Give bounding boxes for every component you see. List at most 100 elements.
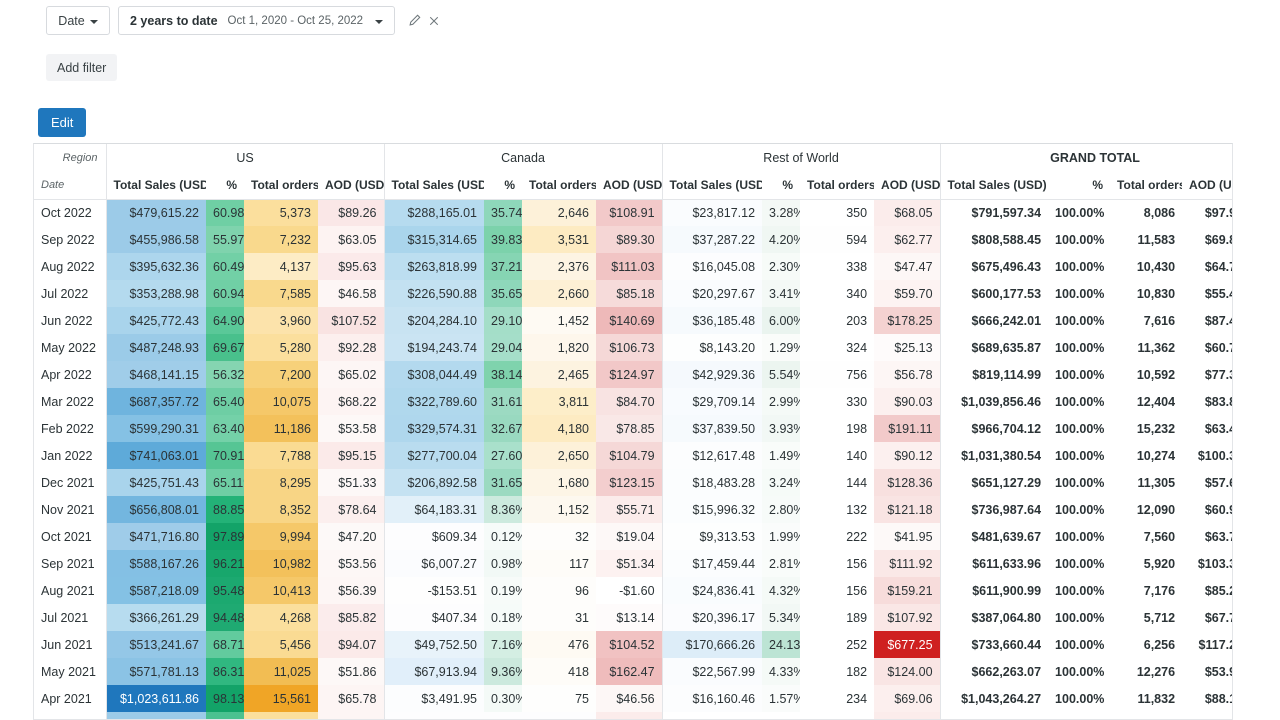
cell-rest-of-world-aod: $41.95 [874,523,940,550]
col-gt-total-sales[interactable]: Total Sales (USD) [940,171,1048,199]
table-row[interactable]: Nov 2021$656,808.0188.85%8,352$78.64$64,… [34,496,1233,523]
cell-rest-of-world-pct: 2.30% [762,253,800,280]
cell-rest-of-world-pct: 4.32% [762,577,800,604]
table-row[interactable]: Jul 2021$366,261.2994.48%4,268$85.82$407… [34,604,1233,631]
cell-grand-total-total-orders: 8,086 [1110,199,1182,226]
cell-grand-total-total-sales: $387,064.80 [940,604,1048,631]
cell-canada-total-orders: 32 [522,523,596,550]
close-icon[interactable] [425,12,443,30]
cell-canada-total-sales [384,712,484,720]
col-us-aod[interactable]: AOD (USD) [318,171,384,199]
table-row[interactable]: Jan 2022$741,063.0170.91%7,788$95.15$277… [34,442,1233,469]
cell-grand-total-total-orders: 10,274 [1110,442,1182,469]
cell-canada-aod: $13.14 [596,604,662,631]
add-filter-button[interactable]: Add filter [46,54,117,81]
group-header-rest-of-world[interactable]: Rest of World [662,144,940,171]
cell-rest-of-world-total-orders: 324 [800,334,874,361]
cell-us-total-orders: 10,413 [244,577,318,604]
cell-canada-total-sales: $263,818.99 [384,253,484,280]
row-date-cell: Jul 2021 [34,604,106,631]
cell-us-aod: $78.64 [318,496,384,523]
edit-button[interactable]: Edit [38,108,86,137]
col-ca-aod[interactable]: AOD (USD) [596,171,662,199]
cell-us-total-orders: 7,232 [244,226,318,253]
cell-grand-total-total-sales [940,712,1048,720]
col-row-total-sales[interactable]: Total Sales (USD) [662,171,762,199]
table-row[interactable]: Oct 2022$479,615.2260.98%5,373$89.26$288… [34,199,1233,226]
col-row-pct[interactable]: % [762,171,800,199]
cell-grand-total-total-orders: 11,305 [1110,469,1182,496]
cell-canada-pct: 35.65% [484,280,522,307]
cell-rest-of-world-total-orders: 156 [800,577,874,604]
table-row[interactable]: Sep 2022$455,986.5855.97%7,232$63.05$315… [34,226,1233,253]
table-row[interactable]: Sep 2021$588,167.2696.21%10,982$53.56$6,… [34,550,1233,577]
table-row[interactable]: May 2022$487,248.9369.67%5,280$92.28$194… [34,334,1233,361]
cell-rest-of-world-pct: 24.13% [762,631,800,658]
cell-grand-total-pct: 100.00% [1048,253,1110,280]
table-row[interactable]: Apr 2021$1,023,611.8698.13%15,561$65.78$… [34,685,1233,712]
cell-grand-total-total-sales: $666,242.01 [940,307,1048,334]
row-date-cell: Apr 2021 [34,685,106,712]
cell-grand-total-total-sales: $808,588.45 [940,226,1048,253]
cell-grand-total-pct: 100.00% [1048,631,1110,658]
cell-us-aod: $89.26 [318,199,384,226]
cell-canada-pct: 39.83% [484,226,522,253]
col-ca-total-sales[interactable]: Total Sales (USD) [384,171,484,199]
cell-grand-total-aod: $88.17 [1182,685,1233,712]
date-range-button[interactable]: 2 years to date Oct 1, 2020 - Oct 25, 20… [118,6,395,35]
col-us-total-sales[interactable]: Total Sales (USD) [106,171,206,199]
col-gt-aod[interactable]: AOD (USD) [1182,171,1233,199]
cell-rest-of-world-aod: $677.25 [874,631,940,658]
col-gt-pct[interactable]: % [1048,171,1110,199]
date-field-button[interactable]: Date [46,6,110,35]
cell-grand-total-aod: $117.27 [1182,631,1233,658]
col-row-total-orders[interactable]: Total orders [800,171,874,199]
table-row[interactable]: Aug 2022$395,632.3660.49%4,137$95.63$263… [34,253,1233,280]
group-header-row: Region US Canada Rest of World GRAND TOT… [34,144,1233,171]
cell-canada-aod [596,712,662,720]
sub-header-row: Date Total Sales (USD) % Total orders AO… [34,171,1233,199]
cell-canada-aod: $104.52 [596,631,662,658]
filter-bar: Date 2 years to date Oct 1, 2020 - Oct 2… [46,6,443,35]
cell-rest-of-world-total-orders: 234 [800,685,874,712]
cell-grand-total-total-sales: $736,987.64 [940,496,1048,523]
col-us-pct[interactable]: % [206,171,244,199]
group-header-grand-total[interactable]: GRAND TOTAL [940,144,1233,171]
table-row[interactable]: Jun 2022$425,772.4364.90%3,960$107.52$20… [34,307,1233,334]
table-row[interactable]: Dec 2021$425,751.4365.11%8,295$51.33$206… [34,469,1233,496]
cell-us-total-sales: $471,716.80 [106,523,206,550]
col-us-total-orders[interactable]: Total orders [244,171,318,199]
cell-us-total-sales: $425,751.43 [106,469,206,496]
col-row-aod[interactable]: AOD (USD) [874,171,940,199]
cell-canada-pct: 32.67% [484,415,522,442]
cell-rest-of-world-aod: $69.06 [874,685,940,712]
table-row[interactable]: Apr 2022$468,141.1556.32%7,200$65.02$308… [34,361,1233,388]
cell-rest-of-world-total-sales: $18,483.28 [662,469,762,496]
pencil-icon[interactable] [405,12,423,30]
cell-grand-total-aod: $60.96 [1182,496,1233,523]
table-head: Region US Canada Rest of World GRAND TOT… [34,144,1233,199]
table-row[interactable] [34,712,1233,720]
group-header-us[interactable]: US [106,144,384,171]
col-ca-pct[interactable]: % [484,171,522,199]
cell-rest-of-world-total-sales: $16,045.08 [662,253,762,280]
cell-grand-total-pct: 100.00% [1048,334,1110,361]
cell-canada-total-sales: $308,044.49 [384,361,484,388]
cell-canada-total-orders: 96 [522,577,596,604]
col-gt-total-orders[interactable]: Total orders [1110,171,1182,199]
pivot-table-container[interactable]: Region US Canada Rest of World GRAND TOT… [33,143,1233,720]
cell-grand-total-aod: $60.70 [1182,334,1233,361]
table-row[interactable]: Feb 2022$599,290.3163.40%11,186$53.58$32… [34,415,1233,442]
group-header-canada[interactable]: Canada [384,144,662,171]
cell-grand-total-total-sales: $611,633.96 [940,550,1048,577]
cell-canada-aod: $78.85 [596,415,662,442]
row-date-cell: May 2021 [34,658,106,685]
table-row[interactable]: Mar 2022$687,357.7265.40%10,075$68.22$32… [34,388,1233,415]
table-row[interactable]: Jul 2022$353,288.9860.94%7,585$46.58$226… [34,280,1233,307]
col-ca-total-orders[interactable]: Total orders [522,171,596,199]
cell-us-total-orders: 5,373 [244,199,318,226]
table-row[interactable]: Oct 2021$471,716.8097.89%9,994$47.20$609… [34,523,1233,550]
table-row[interactable]: Aug 2021$587,218.0995.48%10,413$56.39-$1… [34,577,1233,604]
table-row[interactable]: Jun 2021$513,241.6768.71%5,456$94.07$49,… [34,631,1233,658]
table-row[interactable]: May 2021$571,781.1386.31%11,025$51.86$67… [34,658,1233,685]
